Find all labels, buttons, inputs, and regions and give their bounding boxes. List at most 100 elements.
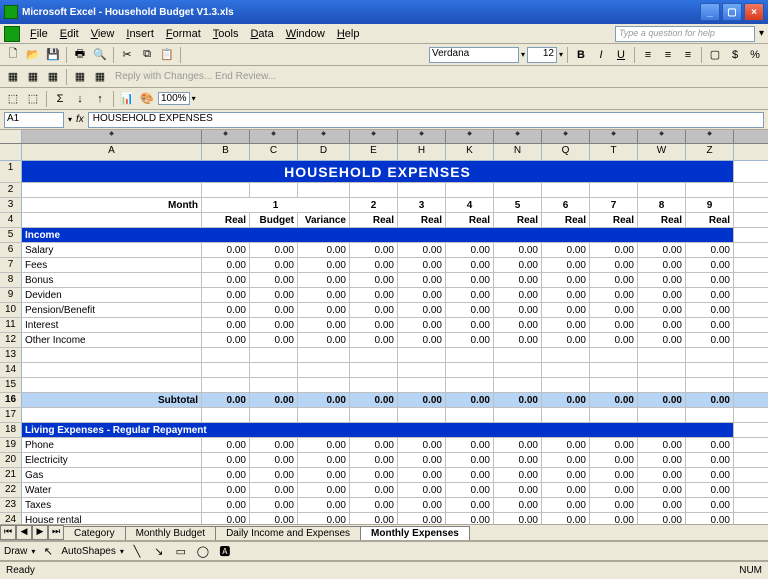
menu-edit[interactable]: Edit bbox=[54, 26, 85, 42]
cell[interactable] bbox=[398, 183, 446, 197]
cell[interactable] bbox=[494, 408, 542, 422]
cell[interactable]: 0.00 bbox=[686, 288, 734, 302]
cell[interactable] bbox=[542, 183, 590, 197]
cell[interactable]: 0.00 bbox=[590, 318, 638, 332]
cell[interactable]: 0.00 bbox=[446, 243, 494, 257]
ruler-cell[interactable] bbox=[22, 130, 202, 143]
cell[interactable]: 0.00 bbox=[686, 513, 734, 524]
cell[interactable]: 0.00 bbox=[250, 393, 298, 407]
cell[interactable]: 0.00 bbox=[350, 453, 398, 467]
ruler-cell[interactable] bbox=[542, 130, 590, 143]
cell[interactable]: 0.00 bbox=[202, 243, 250, 257]
cell[interactable]: 0.00 bbox=[298, 498, 350, 512]
cell[interactable]: 0.00 bbox=[686, 498, 734, 512]
cell[interactable]: 0.00 bbox=[686, 258, 734, 272]
cell[interactable]: 0.00 bbox=[638, 513, 686, 524]
cell[interactable]: Real bbox=[350, 213, 398, 227]
cell[interactable]: 9 bbox=[686, 198, 734, 212]
row-header[interactable]: 16 bbox=[0, 393, 22, 407]
cell[interactable]: 0.00 bbox=[398, 303, 446, 317]
cell[interactable]: 0.00 bbox=[542, 468, 590, 482]
cell[interactable]: 0.00 bbox=[590, 243, 638, 257]
cell[interactable]: 0.00 bbox=[686, 468, 734, 482]
row-header[interactable]: 5 bbox=[0, 228, 22, 242]
cell[interactable]: 0.00 bbox=[494, 243, 542, 257]
zoom-select[interactable]: 100% bbox=[158, 92, 190, 105]
cell[interactable]: 0.00 bbox=[638, 468, 686, 482]
ruler-cell[interactable] bbox=[398, 130, 446, 143]
cell[interactable] bbox=[202, 363, 250, 377]
cell[interactable]: 0.00 bbox=[590, 438, 638, 452]
ruler-cell[interactable] bbox=[638, 130, 686, 143]
cell[interactable]: 0.00 bbox=[202, 453, 250, 467]
cell[interactable]: Month bbox=[22, 198, 202, 212]
col-header-C[interactable]: C bbox=[250, 144, 298, 160]
new-icon[interactable]: 🗋 bbox=[4, 46, 22, 64]
cell[interactable]: 0.00 bbox=[350, 513, 398, 524]
cell[interactable]: 0.00 bbox=[686, 303, 734, 317]
cell[interactable] bbox=[638, 363, 686, 377]
cell[interactable] bbox=[590, 348, 638, 362]
row-header[interactable]: 14 bbox=[0, 363, 22, 377]
oval-icon[interactable]: ◯ bbox=[194, 542, 212, 560]
cell[interactable]: 0.00 bbox=[494, 273, 542, 287]
cell[interactable]: 0.00 bbox=[298, 483, 350, 497]
cell[interactable]: 0.00 bbox=[250, 273, 298, 287]
cell[interactable] bbox=[22, 378, 202, 392]
cell[interactable]: Gas bbox=[22, 468, 202, 482]
menu-format[interactable]: Format bbox=[160, 26, 207, 42]
cell[interactable]: 0.00 bbox=[398, 333, 446, 347]
cell[interactable]: 0.00 bbox=[638, 258, 686, 272]
cell[interactable]: 0.00 bbox=[350, 303, 398, 317]
cell[interactable]: Variance bbox=[298, 213, 350, 227]
cell[interactable]: 8 bbox=[638, 198, 686, 212]
ruler-cell[interactable] bbox=[446, 130, 494, 143]
cell[interactable]: 0.00 bbox=[494, 258, 542, 272]
cell[interactable]: 0.00 bbox=[398, 318, 446, 332]
font-name-select[interactable]: Verdana bbox=[429, 47, 519, 63]
cell[interactable] bbox=[494, 363, 542, 377]
cell[interactable] bbox=[398, 348, 446, 362]
cell[interactable]: 0.00 bbox=[350, 333, 398, 347]
cell[interactable]: 0.00 bbox=[350, 468, 398, 482]
cell[interactable]: 0.00 bbox=[542, 333, 590, 347]
cell[interactable]: 0.00 bbox=[250, 303, 298, 317]
cell[interactable]: 0.00 bbox=[298, 318, 350, 332]
ruler-cell[interactable] bbox=[686, 130, 734, 143]
cell[interactable]: 0.00 bbox=[494, 333, 542, 347]
cell[interactable]: 0.00 bbox=[250, 498, 298, 512]
cell[interactable]: 0.00 bbox=[250, 453, 298, 467]
cell[interactable] bbox=[542, 348, 590, 362]
cell[interactable]: Real bbox=[590, 213, 638, 227]
cell[interactable]: 0.00 bbox=[446, 498, 494, 512]
cell[interactable] bbox=[202, 183, 250, 197]
tb2-icon[interactable]: ▦ bbox=[71, 68, 89, 86]
cell[interactable]: 0.00 bbox=[398, 438, 446, 452]
row-header[interactable]: 13 bbox=[0, 348, 22, 362]
cell[interactable]: Real bbox=[494, 213, 542, 227]
cell[interactable] bbox=[494, 348, 542, 362]
cell[interactable] bbox=[298, 408, 350, 422]
cell[interactable]: 0.00 bbox=[686, 243, 734, 257]
cell[interactable]: Real bbox=[542, 213, 590, 227]
cell[interactable]: 0.00 bbox=[446, 333, 494, 347]
cell[interactable]: 0.00 bbox=[446, 258, 494, 272]
cell[interactable] bbox=[350, 408, 398, 422]
cell[interactable]: 0.00 bbox=[494, 288, 542, 302]
cell[interactable] bbox=[398, 378, 446, 392]
row-header[interactable]: 21 bbox=[0, 468, 22, 482]
cell[interactable]: Real bbox=[638, 213, 686, 227]
cell[interactable]: 0.00 bbox=[638, 288, 686, 302]
cell[interactable]: 0.00 bbox=[638, 303, 686, 317]
cell[interactable] bbox=[446, 363, 494, 377]
line-icon[interactable]: ╲ bbox=[128, 542, 146, 560]
cell[interactable]: 0.00 bbox=[398, 498, 446, 512]
italic-button[interactable]: I bbox=[592, 46, 610, 64]
ruler-cell[interactable] bbox=[250, 130, 298, 143]
cell[interactable]: 0.00 bbox=[350, 258, 398, 272]
cell[interactable]: 0.00 bbox=[446, 468, 494, 482]
cell[interactable]: 0.00 bbox=[202, 468, 250, 482]
cell[interactable]: 0.00 bbox=[638, 393, 686, 407]
cell[interactable]: Electricity bbox=[22, 453, 202, 467]
cell[interactable] bbox=[446, 183, 494, 197]
